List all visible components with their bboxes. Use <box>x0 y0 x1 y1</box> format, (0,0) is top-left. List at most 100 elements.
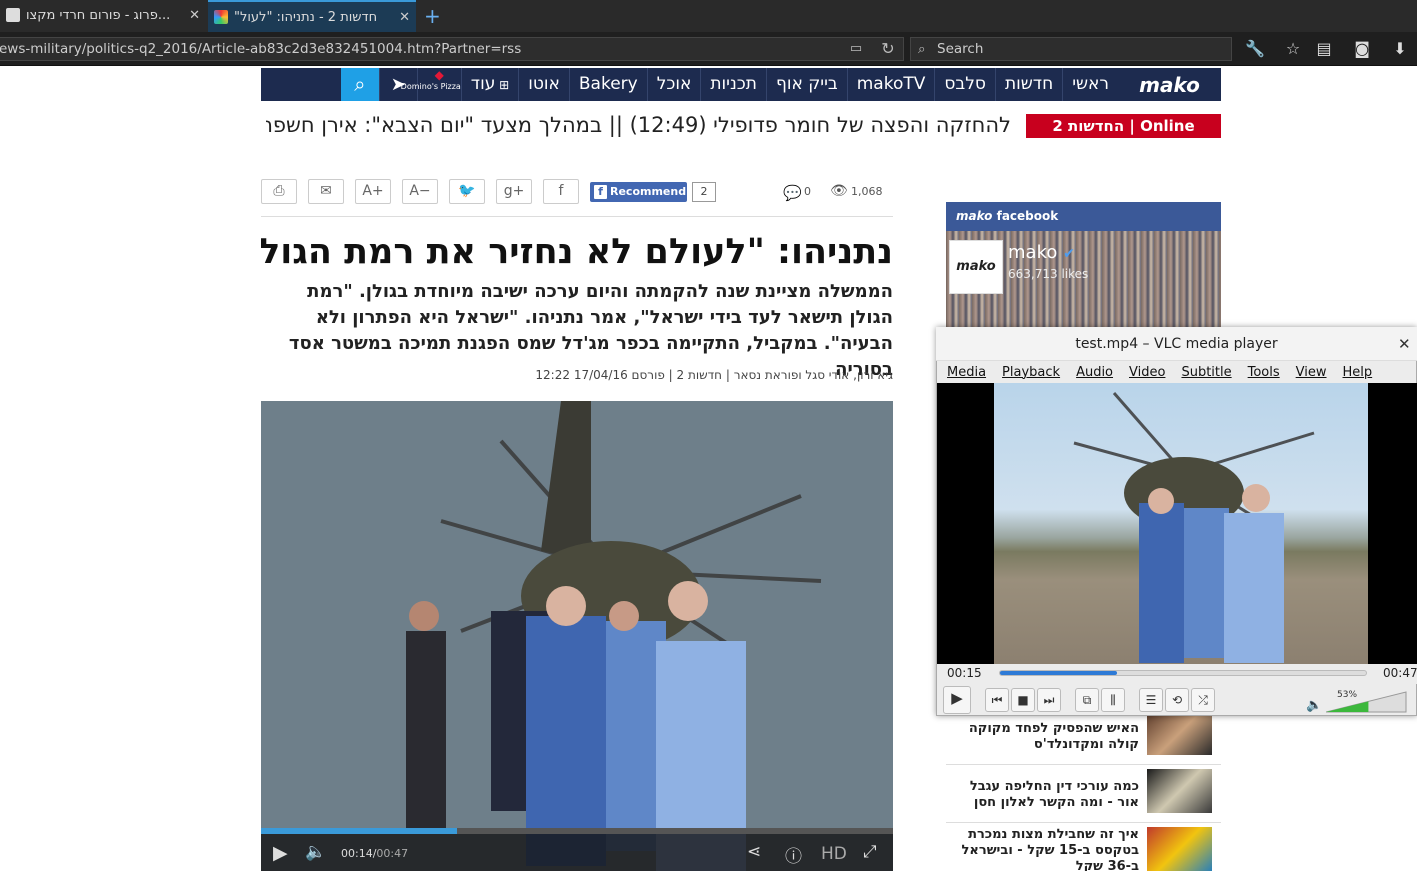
equalizer-icon[interactable]: ⫼ <box>1101 688 1125 712</box>
info-icon[interactable]: ⓘ <box>785 842 802 867</box>
fullscreen-icon[interactable]: ⤢ <box>863 842 877 862</box>
nav-item[interactable]: סלבס <box>934 68 995 101</box>
vlc-seek-bar[interactable] <box>999 670 1367 676</box>
video-total-time: 00:47 <box>376 847 409 860</box>
mako-logo[interactable]: mako <box>1118 68 1221 101</box>
menu-help[interactable]: Help <box>1333 362 1379 383</box>
menu-tools[interactable]: Tools <box>1238 362 1286 383</box>
facebook-icon: f <box>594 185 607 199</box>
facebook-name-text: mako <box>1008 242 1058 263</box>
menu-media[interactable]: Media <box>937 362 992 383</box>
email-icon[interactable]: ✉ <box>308 179 344 204</box>
nav-item[interactable]: בייק אוף <box>765 68 847 101</box>
search-icon: ⌕ <box>918 41 926 57</box>
list-item-text: איך זה שחבילת מצות נמכרת בטקסס ב-15 שקל … <box>961 827 1139 871</box>
stop-icon[interactable]: ■ <box>1011 688 1035 712</box>
menu-playback[interactable]: Playback <box>992 362 1066 383</box>
playlist-icon[interactable]: ☰ <box>1139 688 1163 712</box>
library-icon[interactable]: ▤ <box>1314 39 1334 59</box>
hd-button[interactable]: HD <box>821 844 847 864</box>
vlc-video-frame <box>994 383 1368 664</box>
vlc-elapsed: 00:15 <box>947 666 982 680</box>
shuffle-icon[interactable]: ⤮ <box>1191 688 1215 712</box>
tab-label: "חדשות 2 - נתניהו: "לעול <box>234 10 378 25</box>
facebook-likes: 663,713 likes <box>1008 267 1089 281</box>
video-current-time: 00:14 <box>341 847 373 860</box>
dominos-icon: ◆ <box>434 68 444 82</box>
share-icon[interactable]: ⋖ <box>747 842 761 862</box>
wrench-icon[interactable]: 🔧 <box>1245 39 1265 59</box>
tab-close-icon[interactable]: ✕ <box>399 2 410 32</box>
comment-count: 0 <box>804 185 811 198</box>
close-icon[interactable]: ✕ <box>1398 327 1416 361</box>
reload-icon[interactable]: ↻ <box>878 39 898 59</box>
thumbnail <box>1147 827 1212 871</box>
menu-subtitle[interactable]: Subtitle <box>1171 362 1237 383</box>
font-decrease-button[interactable]: A− <box>402 179 438 204</box>
next-icon[interactable]: ⏭ <box>1037 688 1061 712</box>
dominos-logo[interactable]: ◆ Domino's Pizza <box>401 68 461 101</box>
nav-item[interactable]: makoTV <box>846 68 935 101</box>
mako-avatar[interactable]: mako <box>949 240 1003 294</box>
nav-item-more[interactable]: ⊞ עוד <box>460 68 518 101</box>
previous-icon[interactable]: ⏮ <box>985 688 1009 712</box>
list-item-text: כמה עורכי דין החליפה עגבל אור - ומה הקשר… <box>969 779 1139 810</box>
video-time: 00:14/00:47 <box>341 847 408 860</box>
telegram-icon[interactable]: ➤ <box>378 68 417 101</box>
tab-article[interactable]: "חדשות 2 - נתניהו: "לעול ✕ <box>208 0 416 32</box>
site-nav: mako ראשי חדשות סלבס makoTV בייק אוף תכנ… <box>261 68 1221 101</box>
google-plus-icon[interactable]: g+ <box>496 179 532 204</box>
facebook-share-icon[interactable]: f <box>543 179 579 204</box>
volume-icon[interactable]: 🔈 <box>1306 698 1322 713</box>
article-subtitle: הממשלה מציינת שנה להקמתה והיום ערכה ישיב… <box>288 281 893 380</box>
search-icon[interactable]: ⌕ <box>340 68 379 101</box>
mako-logo-small: mako <box>956 209 993 223</box>
nav-item[interactable]: Bakery <box>568 68 647 101</box>
nav-item[interactable]: אוטו <box>518 68 569 101</box>
recommend-count: 2 <box>692 182 716 202</box>
play-icon[interactable]: ▶ <box>273 842 288 864</box>
vlc-seek-row: 00:15 00:47 <box>937 664 1417 684</box>
vlc-seek-progress <box>1000 671 1118 675</box>
facebook-header: mako facebook <box>946 202 1221 231</box>
nav-item[interactable]: ראשי <box>1062 68 1118 101</box>
plus-icon: ⊞ <box>495 78 510 92</box>
new-tab-button[interactable]: + <box>424 4 441 28</box>
loop-icon[interactable]: ⟲ <box>1165 688 1189 712</box>
facebook-page-name[interactable]: mako ✔ <box>1008 242 1075 263</box>
article-video[interactable] <box>261 401 893 871</box>
menu-video[interactable]: Video <box>1119 362 1171 383</box>
twitter-icon[interactable]: 🐦 <box>449 179 485 204</box>
nav-item[interactable]: חדשות <box>994 68 1062 101</box>
divider <box>261 216 893 217</box>
list-item[interactable]: כמה עורכי דין החליפה עגבל אור - ומה הקשר… <box>946 764 1221 822</box>
nav-item[interactable]: תכניות <box>700 68 766 101</box>
news-online-badge[interactable]: החדשות 2 | Online <box>1026 114 1221 138</box>
list-item[interactable]: איך זה שחבילת מצות נמכרת בטקסס ב-15 שקל … <box>946 822 1221 871</box>
downloads-icon[interactable]: ⬇ <box>1390 39 1410 59</box>
vlc-total: 00:47 <box>1383 666 1417 680</box>
recommend-label: Recommend <box>610 185 687 198</box>
view-count: 1,068 <box>851 185 883 198</box>
nav-item[interactable]: אוכל <box>646 68 701 101</box>
url-input[interactable]: ews-military/politics-q2_2016/Article-ab… <box>0 37 904 61</box>
reader-view-icon[interactable]: ▭ <box>846 39 866 59</box>
play-icon[interactable]: ▶ <box>943 686 971 714</box>
bookmark-star-icon[interactable]: ☆ <box>1283 39 1303 59</box>
article-title: נתניהו: "לעולם לא נחזיר את רמת הגולן" <box>261 232 893 272</box>
recommend-button[interactable]: f Recommend <box>590 182 687 202</box>
volume-icon[interactable]: 🔈 <box>305 842 326 862</box>
menu-audio[interactable]: Audio <box>1066 362 1119 383</box>
tab-close-icon[interactable]: ✕ <box>189 0 200 32</box>
fullscreen-icon[interactable]: ⧉ <box>1075 688 1099 712</box>
comment-icon[interactable]: 💬 <box>783 184 802 202</box>
pocket-icon[interactable]: ◙ <box>1352 39 1372 59</box>
menu-view[interactable]: View <box>1286 362 1333 383</box>
print-icon[interactable]: ⎙ <box>261 179 297 204</box>
verified-icon: ✔ <box>1063 246 1075 262</box>
views-eye-icon: 👁 <box>830 183 848 199</box>
search-input[interactable]: ⌕ Search <box>910 37 1232 61</box>
font-increase-button[interactable]: A+ <box>355 179 391 204</box>
tab-forum[interactable]: פרוג - פורום חרדי מקצו... ✕ <box>0 0 206 32</box>
video-frame-image <box>406 401 822 871</box>
